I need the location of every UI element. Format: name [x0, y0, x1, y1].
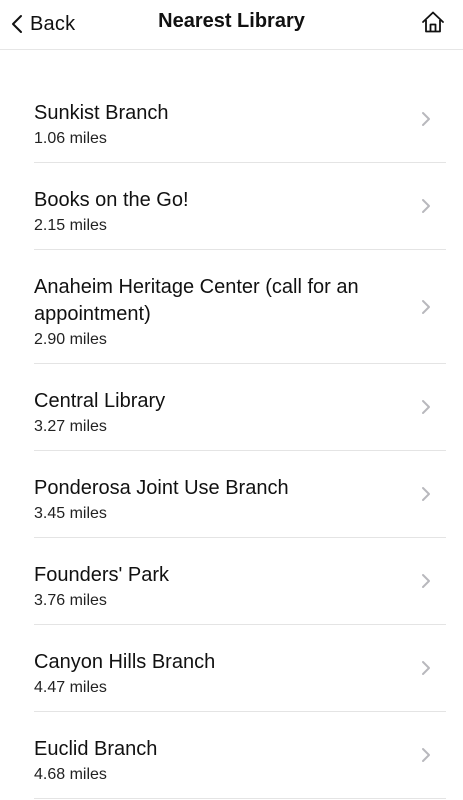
back-label: Back	[30, 12, 76, 35]
chevron-right-icon	[420, 298, 432, 316]
library-name: Books on the Go!	[34, 189, 189, 211]
home-button[interactable]	[419, 10, 447, 38]
list-item[interactable]: Sunkist Branch 1.06 miles	[34, 76, 446, 163]
library-name: Ponderosa Joint Use Branch	[34, 477, 289, 499]
back-button[interactable]: Back	[6, 8, 75, 40]
library-distance: 1.06 miles	[34, 130, 107, 147]
chevron-right-icon	[420, 197, 432, 215]
nav-header: Back Nearest Library	[0, 0, 463, 50]
list-item[interactable]: Books on the Go! 2.15 miles	[34, 163, 446, 250]
library-name: Canyon Hills Branch	[34, 651, 216, 673]
chevron-right-icon	[420, 398, 432, 416]
library-distance: 3.76 miles	[34, 592, 107, 609]
chevron-right-icon	[420, 746, 432, 764]
library-distance: 2.15 miles	[34, 217, 107, 234]
library-distance: 4.47 miles	[34, 679, 107, 696]
chevron-right-icon	[420, 659, 432, 677]
library-name: Anaheim Heritage Center (call for an app…	[34, 276, 359, 325]
list-item[interactable]: Euclid Branch 4.68 miles	[34, 712, 446, 799]
library-distance: 2.90 miles	[34, 331, 107, 348]
library-name: Sunkist Branch	[34, 102, 169, 124]
list-item[interactable]: Ponderosa Joint Use Branch 3.45 miles	[34, 451, 446, 538]
library-distance: 3.45 miles	[34, 505, 107, 522]
list-item[interactable]: Canyon Hills Branch 4.47 miles	[34, 625, 446, 712]
list-item[interactable]: Central Library 3.27 miles	[34, 364, 446, 451]
chevron-left-icon	[6, 8, 28, 40]
library-name: Founders' Park	[34, 564, 169, 586]
home-icon	[420, 9, 446, 40]
chevron-right-icon	[420, 572, 432, 590]
library-name: Central Library	[34, 390, 166, 412]
library-list: Sunkist Branch 1.06 miles Books on the G…	[34, 76, 446, 799]
library-distance: 3.27 miles	[34, 418, 107, 435]
library-name: Euclid Branch	[34, 738, 158, 760]
list-item[interactable]: Anaheim Heritage Center (call for an app…	[34, 250, 446, 364]
chevron-right-icon	[420, 485, 432, 503]
app-screen: Back Nearest Library Sunkist Branch 1.06…	[0, 0, 463, 800]
library-distance: 4.68 miles	[34, 766, 107, 783]
list-item[interactable]: Founders' Park 3.76 miles	[34, 538, 446, 625]
chevron-right-icon	[420, 110, 432, 128]
